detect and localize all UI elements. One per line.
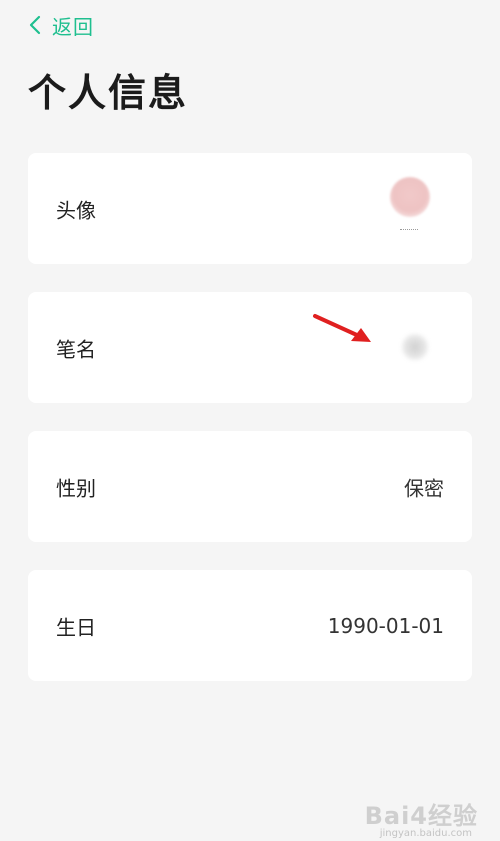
gender-value: 保密 [404, 476, 444, 500]
birthday-row-label: 生日 [56, 615, 96, 639]
avatar-row[interactable]: 头像 [28, 153, 472, 264]
pen-name-value-blurred [402, 334, 428, 360]
birthday-value: 1990-01-01 [327, 613, 444, 638]
back-button[interactable]: 返回 [28, 8, 94, 42]
annotation-arrow-icon [313, 314, 371, 342]
gender-row-label: 性别 [56, 476, 96, 500]
avatar-row-label: 头像 [56, 198, 96, 222]
watermark-logo: Bai4经验 [364, 802, 478, 830]
back-label: 返回 [52, 14, 94, 39]
chevron-left-icon [28, 8, 50, 42]
avatar [390, 177, 430, 217]
gender-row[interactable]: 性别 保密 [28, 431, 472, 542]
pen-name-row[interactable]: 笔名 [28, 292, 472, 403]
page-title: 个人信息 [28, 71, 189, 115]
avatar-caption [400, 229, 418, 232]
birthday-row[interactable]: 生日 1990-01-01 [28, 570, 472, 681]
pen-name-row-label: 笔名 [56, 337, 96, 361]
watermark-url: jingyan.baidu.com [379, 828, 472, 839]
